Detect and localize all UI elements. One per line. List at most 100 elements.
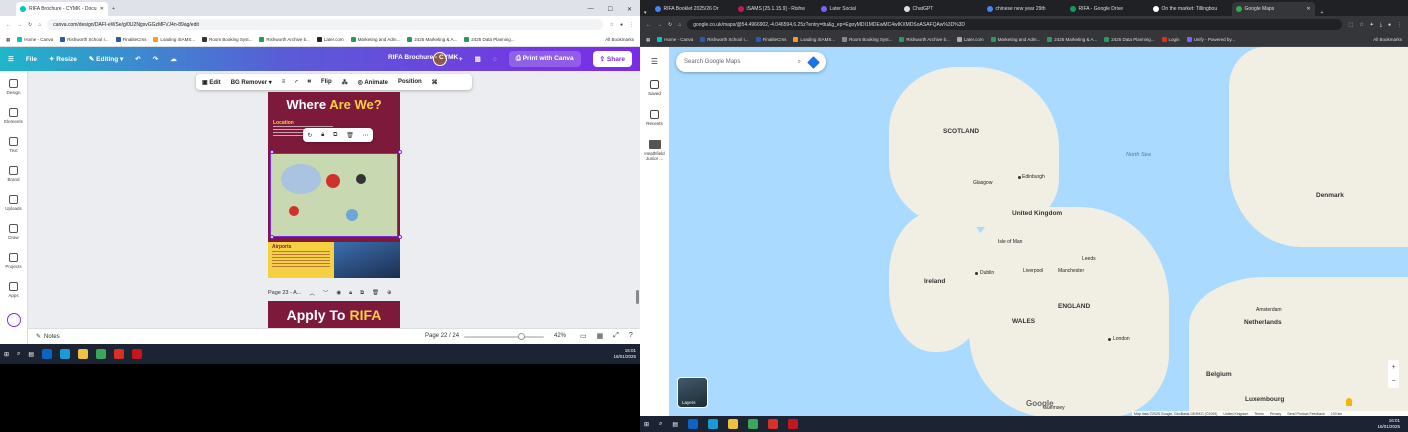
brochure-page-22[interactable]: Where Are We? Location Airports (268, 92, 400, 278)
bookmark-item[interactable]: Later.com (956, 37, 984, 42)
task-view-icon[interactable]: ▤ (672, 421, 678, 428)
clock[interactable]: 16:01 16/01/2025 (1377, 418, 1400, 430)
maximize-icon[interactable]: ☐ (608, 6, 613, 13)
chrome-profile-icon[interactable] (114, 349, 125, 359)
close-tab-icon[interactable]: ✕ (100, 6, 104, 12)
zoom-out-icon[interactable]: − (1391, 378, 1395, 385)
all-bookmarks[interactable]: All Bookmarks (605, 37, 634, 42)
maps-search-box[interactable]: Search Google Maps ⌕ (676, 52, 826, 72)
grid-view-icon[interactable]: ▦ (597, 332, 604, 340)
apps-icon[interactable]: ▦ (646, 37, 650, 43)
sidebar-item-draw[interactable]: Draw (8, 224, 19, 240)
sidebar-item-projects[interactable]: Projects (5, 253, 22, 269)
outlook-icon[interactable] (688, 419, 699, 429)
map-label-uk[interactable]: United Kingdom (1012, 210, 1062, 217)
bookmark-item[interactable]: Unify - Powered by... (1186, 37, 1235, 42)
url-field[interactable]: google.co.uk/maps/@54.4966902,-4.046594,… (687, 19, 1343, 30)
map-label-leeds[interactable]: Leeds (1082, 256, 1096, 262)
bookmark-item[interactable]: Rishworth School I... (700, 37, 749, 42)
recent-place[interactable]: Heathfield Junior ... (640, 140, 669, 161)
pages-view-icon[interactable]: ▭ (580, 332, 587, 340)
map-label-denmark[interactable]: Denmark (1316, 192, 1344, 199)
bookmark-item[interactable]: 2425 Data Planning... (464, 37, 515, 42)
search-icon[interactable]: ⌕ (659, 421, 662, 428)
map-label-edinburgh[interactable]: Edinburgh (1022, 174, 1045, 180)
profile-icon[interactable]: ● (620, 22, 623, 28)
clock[interactable]: 16:01 16/01/2025 (613, 348, 636, 360)
map-label-isle-of-man[interactable]: Isle of Man (998, 239, 1022, 245)
edge-icon[interactable] (60, 349, 71, 359)
map-label-glasgow[interactable]: Glasgow (973, 180, 992, 186)
tab-google-maps[interactable]: Google Maps ✕ (1231, 2, 1315, 16)
zoom-slider-knob[interactable] (518, 333, 525, 340)
print-button[interactable]: ⎙ Print with Canva (508, 51, 581, 67)
map-label-belgium[interactable]: Belgium (1206, 371, 1232, 378)
install-icon[interactable]: ⬚ (1348, 22, 1353, 28)
map-label-liverpool[interactable]: Liverpool (1023, 268, 1043, 274)
duplicate-page-icon[interactable]: ⧉ (360, 290, 364, 297)
acrobat-icon[interactable] (788, 419, 799, 429)
star-icon[interactable]: ☆ (1359, 22, 1363, 28)
animate-button[interactable]: ◎ Animate (358, 79, 388, 86)
acrobat-icon[interactable] (132, 349, 143, 359)
sidebar-item-brand[interactable]: Brand (7, 166, 20, 182)
forward-icon[interactable]: → (17, 22, 22, 28)
redo-icon[interactable]: ↷ (153, 55, 158, 63)
bookmark-item[interactable]: Room Booking Syst... (202, 37, 252, 42)
share-button[interactable]: ⇪ Share (592, 51, 632, 67)
map-label-luxembourg[interactable]: Luxembourg (1245, 396, 1284, 403)
duplicate-icon[interactable]: ⧉ (333, 132, 337, 139)
sidebar-item-text[interactable]: Text (9, 137, 18, 153)
tab-rifa-brochure[interactable]: RIFA Brochure - CYMK - Docu ✕ (16, 2, 108, 16)
download-icon[interactable]: ⤓ (1380, 22, 1382, 28)
copy-style-icon[interactable]: ⌘ (432, 79, 438, 86)
bookmark-item[interactable]: Loading iSAMS... (153, 37, 195, 42)
close-window-icon[interactable]: ✕ (627, 6, 632, 13)
profile-icon[interactable]: ● (1388, 22, 1391, 28)
search-icon[interactable]: ⌕ (798, 59, 801, 66)
recents-button[interactable]: Recents (646, 110, 663, 126)
home-icon[interactable]: ⌂ (678, 22, 681, 28)
bookmark-item[interactable]: FinaliteCms (115, 37, 146, 42)
minimize-icon[interactable]: — (588, 6, 594, 12)
map-label-london[interactable]: London (1113, 336, 1130, 342)
edge-icon[interactable] (708, 419, 719, 429)
bookmark-item[interactable]: Rishworth School I... (60, 37, 109, 42)
search-icon[interactable]: ⌕ (17, 351, 20, 358)
menu-icon[interactable]: ⋮ (629, 22, 634, 28)
more-icon[interactable]: ⋯ (363, 132, 369, 139)
home-icon[interactable]: ⌂ (38, 22, 41, 28)
file-explorer-icon[interactable] (728, 419, 739, 429)
border-style-icon[interactable]: ≡ (282, 79, 286, 85)
sidebar-item-elements[interactable]: Elements (4, 108, 23, 124)
resize-handle[interactable] (270, 150, 274, 154)
apps-icon[interactable]: ▦ (6, 37, 10, 43)
url-field[interactable]: canva.com/design/DAFI-eWSe/g/0U2NgsvGGzM… (47, 19, 604, 30)
map-label-dublin[interactable]: Dublin (980, 270, 994, 276)
delete-icon[interactable]: 🗑︎ (346, 132, 354, 139)
tab-rifa-booklet[interactable]: RIFA Booklet 2025/26 Dr (651, 2, 734, 16)
tab-google-drive[interactable]: RIFA - Google Drive (1066, 2, 1149, 16)
bookmark-item[interactable]: Home - Canva (657, 37, 693, 42)
bookmark-item[interactable]: FinaliteCms (755, 37, 786, 42)
add-page-icon[interactable]: ⊕ (387, 290, 392, 296)
map-label-england[interactable]: ENGLAND (1058, 303, 1090, 310)
resize-handle[interactable] (270, 235, 274, 239)
edit-image-button[interactable]: ▣ Edit (202, 79, 221, 86)
chrome-profile-icon[interactable] (768, 419, 779, 429)
chrome-icon[interactable] (748, 419, 759, 429)
bookmark-item[interactable]: Later.com (316, 37, 344, 42)
menu-icon[interactable]: ⋮ (1397, 22, 1402, 28)
bookmark-item[interactable]: Loading iSAMS... (793, 37, 835, 42)
hide-page-icon[interactable]: ◉ (336, 290, 341, 296)
extensions-icon[interactable]: ✦ (1370, 22, 1374, 28)
delete-page-icon[interactable]: 🗑︎ (372, 290, 379, 296)
magic-button[interactable] (6, 313, 21, 327)
windows-start-icon[interactable]: ⊞ (644, 421, 649, 428)
terms-link[interactable]: Terms (1254, 412, 1264, 416)
map-label-manchester[interactable]: Manchester (1058, 268, 1084, 274)
doc-title[interactable]: RIFA Brochure - CYMK (388, 54, 458, 61)
new-tab-button[interactable]: + (108, 2, 119, 16)
map-label-wales[interactable]: WALES (1012, 318, 1035, 325)
sidebar-item-design[interactable]: Design (6, 79, 21, 95)
